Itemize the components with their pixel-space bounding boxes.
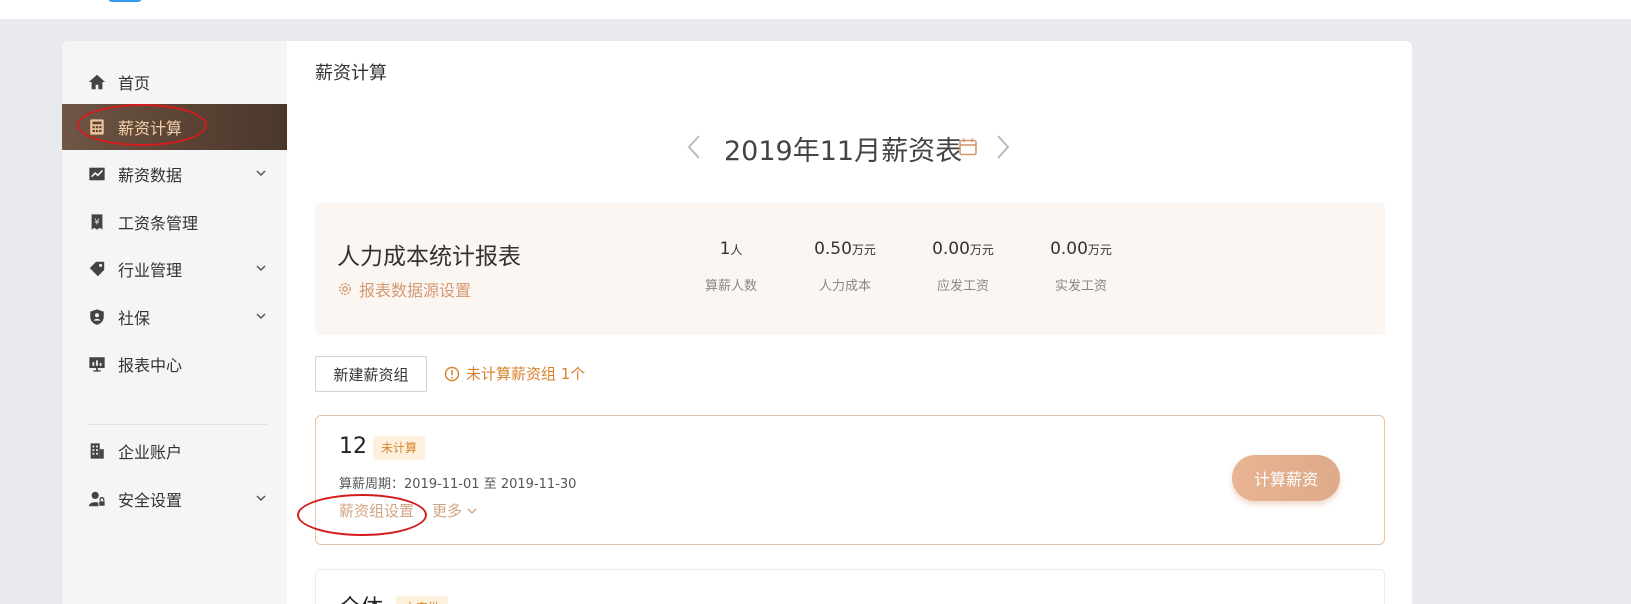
sidebar-item-label: 首页 xyxy=(118,74,151,93)
stat-unit: 万元 xyxy=(1087,243,1112,257)
calculator-icon xyxy=(88,118,106,136)
sidebar-divider xyxy=(88,424,268,425)
sidebar-item-label: 行业管理 xyxy=(118,261,183,280)
stat-label: 人力成本 xyxy=(818,279,871,294)
monitor-icon xyxy=(88,355,106,373)
uncalculated-warning: 未计算薪资组 1个 xyxy=(444,363,585,384)
sidebar-item-label: 社保 xyxy=(118,309,151,328)
stat-value: 1 xyxy=(719,239,731,259)
stat-label: 应发工资 xyxy=(936,279,989,294)
warning-circle-icon xyxy=(444,366,460,381)
app-logo[interactable] xyxy=(108,0,142,2)
chevron-down-icon xyxy=(256,313,266,320)
sidebar-item-home[interactable]: 首页 xyxy=(62,59,287,105)
sidebar-item-label: 薪资数据 xyxy=(118,166,183,185)
top-bar xyxy=(0,0,1631,19)
report-datasource-settings-label: 报表数据源设置 xyxy=(359,281,472,300)
salary-group-card: 12 未计算 算薪周期：2019-11-01 至 2019-11-30 薪资组设… xyxy=(315,415,1385,545)
uncalculated-warning-text: 未计算薪资组 1个 xyxy=(466,365,586,383)
stat-value: 0.00 xyxy=(1050,239,1088,259)
report-datasource-settings-link[interactable]: 报表数据源设置 xyxy=(337,277,471,301)
chevron-down-icon xyxy=(256,495,266,502)
chevron-down-icon xyxy=(256,170,266,177)
salary-group-settings-link[interactable]: 薪资组设置 xyxy=(339,500,414,521)
stat-value: 0.50 xyxy=(814,239,852,259)
home-icon xyxy=(88,73,106,91)
sidebar-item-payslip[interactable]: ¥ 工资条管理 xyxy=(62,199,287,245)
next-month-arrow-icon[interactable] xyxy=(993,133,1013,161)
salary-group-name: 全体 xyxy=(339,590,383,604)
sidebar-item-salary-calc[interactable]: 薪资计算 xyxy=(62,104,287,150)
status-badge: 未计算 xyxy=(373,436,426,460)
sidebar-item-company-account[interactable]: 企业账户 xyxy=(62,428,287,474)
report-title: 人力成本统计报表 xyxy=(337,244,521,270)
tag-icon xyxy=(88,260,106,278)
previous-month-arrow-icon[interactable] xyxy=(684,133,704,161)
stat-unit: 万元 xyxy=(851,243,876,257)
salary-group-card: 全体 未审批 xyxy=(315,569,1385,604)
sidebar-item-industry[interactable]: 行业管理 xyxy=(62,246,287,292)
labor-cost-report-card: 人力成本统计报表 报表数据源设置 1人 算薪人数 0.50万元 人力成本 0.0… xyxy=(315,203,1385,335)
chevron-down-icon xyxy=(467,508,477,514)
building-icon xyxy=(88,442,106,460)
sidebar-item-label: 薪资计算 xyxy=(118,119,183,138)
chevron-down-icon xyxy=(256,265,266,272)
sidebar-item-label: 报表中心 xyxy=(118,356,183,375)
user-lock-icon xyxy=(88,490,106,508)
sidebar-item-label: 企业账户 xyxy=(118,443,183,462)
payslip-icon: ¥ xyxy=(88,213,106,231)
status-badge: 未审批 xyxy=(396,596,449,604)
page-title: 薪资计算 xyxy=(315,63,387,84)
calendar-icon[interactable] xyxy=(958,137,978,157)
period-selector: 2019年11月薪资表 xyxy=(287,127,1412,167)
sidebar-item-label: 安全设置 xyxy=(118,491,183,510)
salary-period: 算薪周期：2019-11-01 至 2019-11-30 xyxy=(339,477,577,492)
period-title: 2019年11月薪资表 xyxy=(724,136,963,167)
chart-icon xyxy=(88,165,106,183)
more-dropdown[interactable]: 更多 xyxy=(432,500,478,521)
salary-group-name: 12 xyxy=(339,434,367,459)
stat-headcount: 1人 算薪人数 xyxy=(681,239,781,294)
gear-icon xyxy=(339,283,351,295)
stat-value: 0.00 xyxy=(932,239,970,259)
stat-label: 实发工资 xyxy=(1054,279,1107,294)
more-label: 更多 xyxy=(432,502,463,520)
stat-label: 算薪人数 xyxy=(704,279,757,294)
calculate-salary-button[interactable]: 计算薪资 xyxy=(1232,455,1340,501)
sidebar-item-salary-data[interactable]: 薪资数据 xyxy=(62,151,287,197)
new-salary-group-button[interactable]: 新建薪资组 xyxy=(315,356,427,392)
sidebar-item-report-center[interactable]: 报表中心 xyxy=(62,341,287,387)
stat-unit: 万元 xyxy=(969,243,994,257)
stat-labor-cost: 0.50万元 人力成本 xyxy=(795,239,895,294)
svg-text:¥: ¥ xyxy=(94,217,99,227)
sidebar-item-label: 工资条管理 xyxy=(118,214,199,233)
sidebar-item-security[interactable]: 安全设置 xyxy=(62,476,287,522)
sidebar-item-social-insurance[interactable]: 社保 xyxy=(62,294,287,340)
shield-icon xyxy=(88,308,106,326)
stat-unit: 人 xyxy=(730,243,743,257)
stat-net-pay: 0.00万元 实发工资 xyxy=(1031,239,1131,294)
sidebar: 首页 薪资计算 薪资数据 ¥ 工资条管理 行业管理 社保 报表中心 企业账户 安… xyxy=(62,41,287,604)
stat-gross-pay: 0.00万元 应发工资 xyxy=(913,239,1013,294)
main-content: 薪资计算 2019年11月薪资表 人力成本统计报表 报表数据源设置 1人 算薪人… xyxy=(287,41,1412,604)
